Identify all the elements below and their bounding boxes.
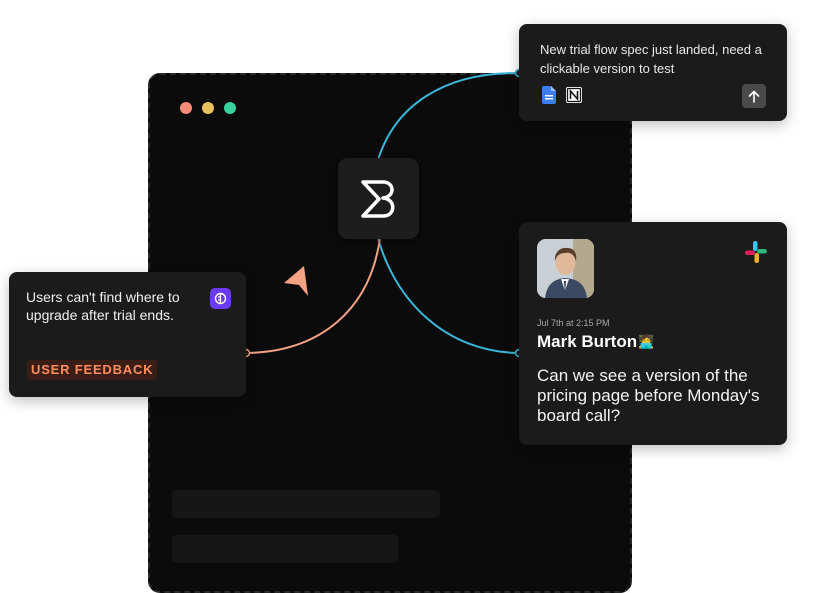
send-button[interactable] (742, 84, 766, 108)
notion-icon[interactable] (565, 86, 583, 109)
technologist-emoji-icon: 🧑‍💻 (638, 334, 655, 349)
brand-logo (338, 158, 419, 239)
stylized-b-logo-icon (360, 179, 394, 218)
connector-left (245, 237, 381, 354)
google-docs-icon[interactable] (542, 86, 556, 109)
feedback-app-icon[interactable] (210, 288, 231, 309)
message-timestamp: Jul 7th at 2:15 PM (537, 318, 610, 328)
connector-right (377, 237, 520, 354)
cursor-arrow-icon (284, 266, 308, 301)
author-name[interactable]: Mark Burton (537, 332, 637, 352)
slack-message-text: Can we see a version of the pricing page… (537, 366, 760, 425)
avatar (537, 239, 594, 298)
user-feedback-tag: USER FEEDBACK (27, 360, 158, 380)
feedback-text: Users can't find where to upgrade after … (26, 289, 180, 323)
slack-icon[interactable] (744, 240, 768, 269)
connector-top (377, 71, 520, 161)
arrow-up-icon (748, 90, 760, 103)
message-text: New trial flow spec just landed, need a … (540, 42, 762, 76)
